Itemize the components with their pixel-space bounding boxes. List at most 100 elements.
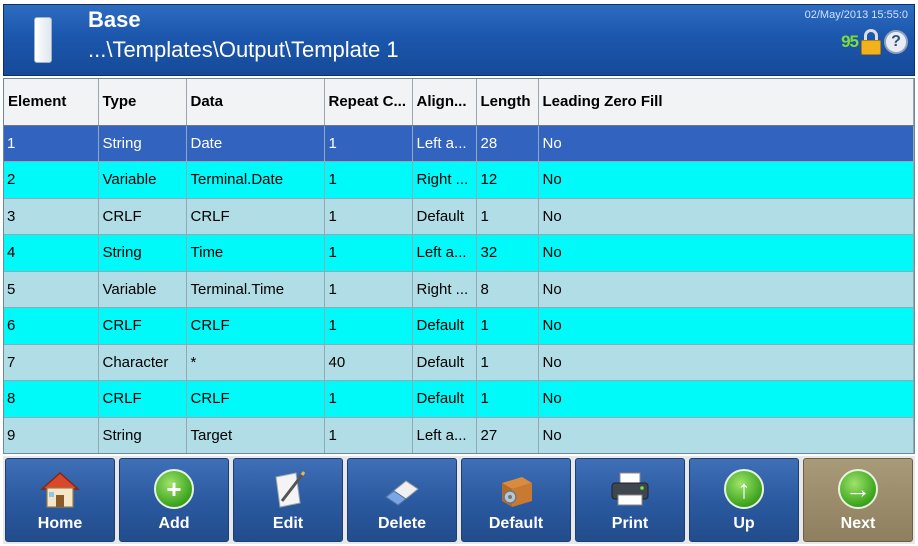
- column-header-length[interactable]: Length: [476, 79, 539, 126]
- up-label: Up: [733, 515, 755, 532]
- template-elements-table: Element Type Data Repeat C... Align... L…: [3, 78, 915, 454]
- cell-element: 6: [4, 307, 99, 345]
- cell-type: String: [98, 234, 187, 272]
- cell-leading-zero-fill: No: [538, 161, 914, 199]
- house-icon: [40, 471, 80, 508]
- eraser-icon: [385, 480, 419, 506]
- print-label: Print: [611, 515, 649, 532]
- table-row[interactable]: 5 Variable Terminal.Time 1 Right ... 8 N…: [4, 271, 914, 308]
- table-row[interactable]: 1 String Date 1 Left a... 28 No: [4, 125, 914, 162]
- box-gear-icon: [502, 477, 532, 507]
- cell-data: CRLF: [186, 380, 325, 418]
- cell-type: Variable: [98, 161, 187, 199]
- cell-leading-zero-fill: No: [538, 125, 914, 162]
- cell-align: Left a...: [412, 125, 477, 162]
- cell-align: Right ...: [412, 271, 477, 308]
- cell-length: 28: [476, 125, 539, 162]
- cell-length: 12: [476, 161, 539, 199]
- column-header-alignment[interactable]: Align...: [412, 79, 477, 126]
- cell-align: Default: [412, 198, 477, 235]
- cell-type: Character: [98, 344, 187, 381]
- cell-leading-zero-fill: No: [538, 380, 914, 418]
- add-button[interactable]: + Add: [119, 458, 229, 542]
- table-row[interactable]: 3 CRLF CRLF 1 Default 1 No: [4, 198, 914, 235]
- column-header-data[interactable]: Data: [186, 79, 325, 126]
- arrow-right-icon: →: [836, 469, 880, 509]
- table-row[interactable]: 7 Character * 40 Default 1 No: [4, 344, 914, 381]
- cell-repeat: 40: [324, 344, 413, 381]
- tablet-icon: [34, 17, 52, 63]
- cell-leading-zero-fill: No: [538, 417, 914, 453]
- cell-leading-zero-fill: No: [538, 344, 914, 381]
- cell-data: CRLF: [186, 198, 325, 235]
- delete-button[interactable]: Delete: [347, 458, 457, 542]
- cell-length: 1: [476, 307, 539, 345]
- cell-type: String: [98, 125, 187, 162]
- add-label: Add: [158, 515, 190, 532]
- status-number: 95: [841, 32, 859, 51]
- table-header-row: Element Type Data Repeat C... Align... L…: [4, 79, 914, 126]
- cell-align: Default: [412, 344, 477, 381]
- arrow-up-icon: ↑: [722, 469, 766, 509]
- cell-leading-zero-fill: No: [538, 271, 914, 308]
- cell-align: Default: [412, 307, 477, 345]
- cell-element: 4: [4, 234, 99, 272]
- cell-data: CRLF: [186, 307, 325, 345]
- table-row[interactable]: 6 CRLF CRLF 1 Default 1 No: [4, 307, 914, 345]
- cell-element: 3: [4, 198, 99, 235]
- table-row[interactable]: 2 Variable Terminal.Date 1 Right ... 12 …: [4, 161, 914, 199]
- cell-element: 5: [4, 271, 99, 308]
- table-row[interactable]: 8 CRLF CRLF 1 Default 1 No: [4, 380, 914, 418]
- up-button[interactable]: ↑ Up: [689, 458, 799, 542]
- cell-type: CRLF: [98, 198, 187, 235]
- column-header-repeat-count[interactable]: Repeat C...: [324, 79, 413, 126]
- cell-data: *: [186, 344, 325, 381]
- edit-button[interactable]: Edit: [233, 458, 343, 542]
- softkey-toolbar: Home + Add Edit Delete Default Print ↑ U…: [3, 456, 915, 544]
- cell-type: Variable: [98, 271, 187, 308]
- cell-length: 1: [476, 380, 539, 418]
- cell-element: 9: [4, 417, 99, 453]
- cell-leading-zero-fill: No: [538, 198, 914, 235]
- cell-data: Terminal.Date: [186, 161, 325, 199]
- cell-element: 8: [4, 380, 99, 418]
- cell-repeat: 1: [324, 161, 413, 199]
- datetime-display: 02/May/2013 15:55:0: [804, 9, 908, 21]
- column-header-element[interactable]: Element: [4, 79, 99, 126]
- lock-icon[interactable]: [860, 29, 882, 55]
- title-bar: Base ...\Templates\Output\Template 1 02/…: [3, 4, 915, 76]
- cell-repeat: 1: [324, 307, 413, 345]
- next-button[interactable]: → Next: [803, 458, 913, 542]
- print-button[interactable]: Print: [575, 458, 685, 542]
- cell-type: CRLF: [98, 380, 187, 418]
- printer-icon: [611, 472, 649, 506]
- table-row[interactable]: 9 String Target 1 Left a... 27 No: [4, 417, 914, 453]
- cell-type: String: [98, 417, 187, 453]
- cell-data: Terminal.Time: [186, 271, 325, 308]
- cell-align: Default: [412, 380, 477, 418]
- cell-length: 1: [476, 198, 539, 235]
- column-header-leading-zero-fill[interactable]: Leading Zero Fill: [538, 79, 914, 126]
- delete-label: Delete: [377, 515, 427, 532]
- home-button[interactable]: Home: [5, 458, 115, 542]
- status-icons: 95 ?: [841, 29, 908, 55]
- cell-repeat: 1: [324, 234, 413, 272]
- cell-element: 1: [4, 125, 99, 162]
- cell-length: 27: [476, 417, 539, 453]
- cell-repeat: 1: [324, 417, 413, 453]
- help-icon[interactable]: ?: [884, 30, 908, 54]
- cell-align: Left a...: [412, 417, 477, 453]
- cell-repeat: 1: [324, 271, 413, 308]
- cell-data: Target: [186, 417, 325, 453]
- cell-element: 2: [4, 161, 99, 199]
- page-title: Base: [88, 7, 141, 32]
- column-header-type[interactable]: Type: [98, 79, 187, 126]
- cell-repeat: 1: [324, 198, 413, 235]
- cell-length: 32: [476, 234, 539, 272]
- edit-label: Edit: [272, 515, 304, 532]
- plus-icon: +: [152, 469, 196, 509]
- table-row[interactable]: 4 String Time 1 Left a... 32 No: [4, 234, 914, 272]
- default-button[interactable]: Default: [461, 458, 571, 542]
- cell-leading-zero-fill: No: [538, 307, 914, 345]
- cell-align: Left a...: [412, 234, 477, 272]
